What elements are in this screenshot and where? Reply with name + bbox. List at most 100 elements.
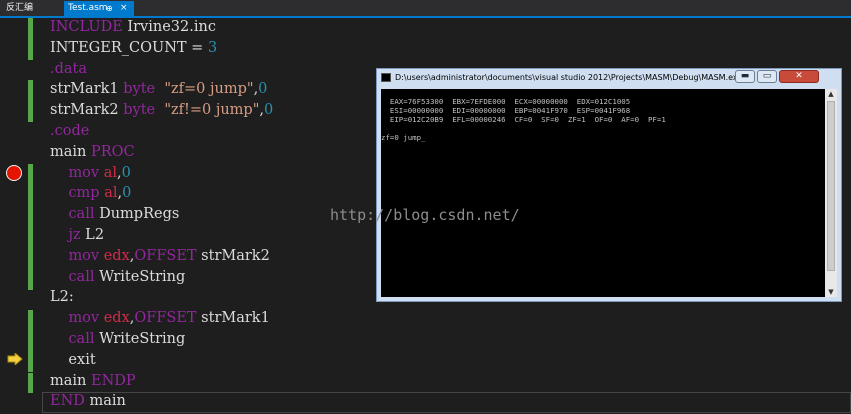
minimize-button[interactable]: ▬ — [735, 70, 755, 83]
code-line[interactable]: call WriteString — [50, 329, 273, 350]
pin-icon[interactable]: ⊕ — [106, 1, 113, 16]
code-editor[interactable]: INCLUDE Irvine32.inc INTEGER_COUNT = 3 .da… — [50, 17, 273, 412]
code-token: ENDP — [90, 372, 136, 389]
code-token: strMark2 — [196, 247, 270, 264]
console-app-icon — [381, 73, 391, 82]
code-token: 0 — [258, 81, 268, 98]
code-line[interactable]: strMark1 byte "zf=0 jump",0 — [50, 79, 273, 100]
code-token: L2: — [50, 289, 74, 306]
code-token: .data — [50, 60, 88, 77]
code-token: byte — [123, 102, 156, 119]
code-token: 0 — [264, 102, 274, 119]
code-token: mov — [68, 247, 100, 264]
code-line[interactable]: INCLUDE Irvine32.inc — [50, 17, 273, 38]
code-token: L2 — [80, 226, 105, 243]
code-token: INCLUDE — [50, 19, 123, 35]
code-token: al — [103, 164, 118, 181]
tab-disassembly[interactable]: 反汇编 — [6, 2, 33, 14]
code-token: main — [50, 372, 91, 389]
code-line[interactable]: .code — [50, 121, 273, 142]
code-line[interactable]: L2: — [50, 287, 273, 308]
code-token: 0 — [121, 164, 131, 181]
code-token: exit — [50, 351, 96, 368]
console-scrollbar[interactable]: ▲ ▼ — [825, 89, 837, 297]
maximize-button[interactable]: ▭ — [757, 70, 777, 83]
code-line[interactable]: .data — [50, 59, 273, 80]
code-token: 3 — [207, 39, 218, 56]
code-token: main — [84, 393, 126, 410]
current-line-arrow-icon — [7, 353, 23, 365]
breakpoint-icon[interactable] — [6, 165, 22, 181]
code-token: al — [104, 185, 118, 202]
code-token: INTEGER_COUNT = — [50, 39, 208, 56]
code-token: strMark2 — [50, 102, 124, 119]
close-icon[interactable]: × — [120, 1, 128, 16]
code-token: call — [68, 206, 95, 223]
console-window[interactable]: D:\users\administrator\documents\visual … — [376, 68, 842, 302]
code-token: OFFSET — [134, 310, 197, 327]
tab-label: Test.asm — [68, 3, 108, 13]
scroll-thumb[interactable] — [827, 101, 835, 271]
code-line[interactable]: jz L2 — [50, 225, 273, 246]
code-line[interactable]: mov al,0 — [50, 163, 273, 184]
change-bar — [28, 80, 33, 122]
code-token: edx — [103, 310, 130, 327]
code-token: byte — [123, 81, 156, 98]
code-line[interactable]: END main — [50, 391, 273, 412]
code-token: "zf=0 jump" — [164, 81, 254, 98]
code-token: WriteString — [94, 268, 186, 285]
code-token: END — [50, 393, 85, 410]
change-bar — [28, 18, 33, 60]
code-token: edx — [103, 247, 130, 264]
code-token: PROC — [90, 143, 135, 160]
console-title: D:\users\administrator\documents\visual … — [395, 73, 743, 82]
scroll-up-icon[interactable]: ▲ — [826, 89, 836, 99]
code-token: jz — [68, 226, 81, 243]
code-token: 0 — [122, 185, 132, 202]
code-token: "zf!=0 jump" — [164, 102, 260, 119]
code-token: cmp — [68, 185, 100, 202]
code-token: call — [68, 330, 95, 347]
code-line[interactable]: strMark2 byte "zf!=0 jump",0 — [50, 100, 273, 121]
code-token: DumpRegs — [94, 206, 180, 223]
code-line[interactable]: call WriteString — [50, 267, 273, 288]
code-token: main — [50, 143, 91, 160]
code-token: OFFSET — [134, 247, 197, 264]
code-line[interactable]: INTEGER_COUNT = 3 — [50, 38, 273, 59]
code-line[interactable]: main PROC — [50, 142, 273, 163]
watermark: http://blog.csdn.net/ — [330, 206, 520, 224]
scroll-down-icon[interactable]: ▼ — [826, 287, 836, 297]
code-line[interactable]: exit — [50, 350, 273, 371]
console-output-text: EAX=76F53300 EBX=7EFDE000 ECX=00000000 E… — [381, 97, 666, 142]
code-token: .code — [50, 122, 90, 139]
document-tab-bar: 反汇编 Test.asm ⊕ × — [0, 0, 851, 18]
code-token: strMark1 — [196, 310, 270, 327]
tab-test-asm[interactable]: Test.asm ⊕ × — [64, 1, 134, 16]
change-bar — [28, 373, 33, 393]
change-bar — [28, 310, 33, 372]
code-line[interactable]: call DumpRegs — [50, 204, 273, 225]
console-output-area[interactable]: EAX=76F53300 EBX=7EFDE000 ECX=00000000 E… — [381, 89, 825, 297]
code-token: Irvine32.inc — [122, 19, 216, 35]
change-bar — [28, 164, 33, 290]
code-token: strMark1 — [50, 81, 124, 98]
code-line[interactable]: mov edx,OFFSET strMark1 — [50, 308, 273, 329]
close-button[interactable]: ✕ — [779, 70, 819, 83]
code-line[interactable]: main ENDP — [50, 371, 273, 392]
code-token: call — [68, 268, 95, 285]
code-line[interactable]: mov edx,OFFSET strMark2 — [50, 246, 273, 267]
code-token: mov — [68, 310, 100, 327]
code-token: WriteString — [94, 330, 186, 347]
code-token: mov — [68, 164, 100, 181]
code-line[interactable]: cmp al,0 — [50, 183, 273, 204]
